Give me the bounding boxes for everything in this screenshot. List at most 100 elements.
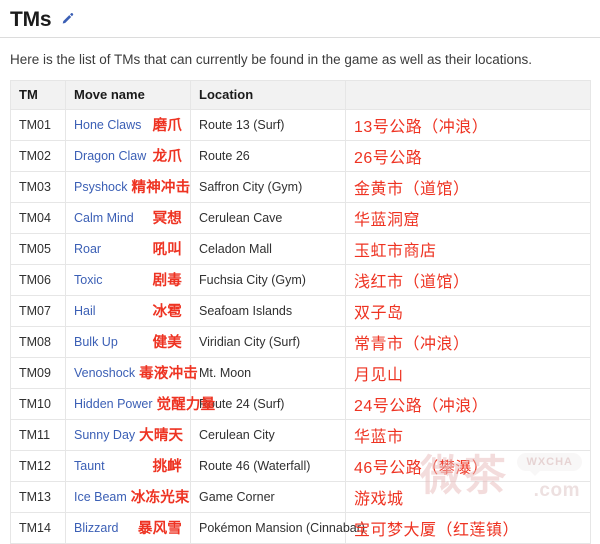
move-name-annotation: 冥想 — [152, 211, 182, 228]
move-name-inner: Taunt 挑衅 — [74, 455, 182, 476]
location-cell: Mt. Moon — [190, 356, 346, 389]
table-row: TM09 Venoshock 毒液冲击 Mt. Moon 月见山 — [10, 356, 591, 389]
tm-id-cell: TM14 — [10, 511, 66, 544]
table-header: TM Move name Location — [10, 79, 591, 110]
table-row: TM03 Psyshock 精神冲击 Saffron City (Gym) 金黄市（道馆… — [10, 170, 591, 203]
tm-id-cell: TM07 — [10, 294, 66, 327]
title-row: TMs — [10, 8, 590, 31]
move-name-link[interactable]: Hidden Power — [74, 397, 153, 411]
move-name-cell: Bulk Up 健美 — [65, 325, 191, 358]
column-header-annotation — [345, 79, 591, 110]
move-name-cell: Taunt 挑衅 — [65, 449, 191, 482]
pencil-edit-icon[interactable] — [60, 12, 75, 27]
move-name-cell: Hail 冰雹 — [65, 294, 191, 327]
tm-id-cell: TM01 — [10, 108, 66, 141]
move-name-annotation: 磨爪 — [152, 118, 182, 135]
move-name-cell: Hidden Power 觉醒力量 — [65, 387, 215, 420]
move-name-inner: Hidden Power 觉醒力量 — [74, 393, 215, 414]
location-annotation-cell: 26号公路 — [345, 139, 591, 172]
move-name-link[interactable]: Sunny Day — [74, 428, 135, 442]
tm-table-container: TM Move name Location TM01 Hone Claws 磨爪 Ro… — [0, 79, 600, 544]
move-name-link[interactable]: Toxic — [74, 273, 102, 287]
move-name-inner: Hail 冰雹 — [74, 300, 182, 321]
column-header-tm[interactable]: TM — [10, 79, 66, 110]
table-row: TM13 Ice Beam 冰冻光束 Game Corner 游戏城 — [10, 480, 591, 513]
location-annotation-cell: 月见山 — [345, 356, 591, 389]
move-name-link[interactable]: Taunt — [74, 459, 105, 473]
tm-id-cell: TM09 — [10, 356, 66, 389]
location-cell: Route 26 — [190, 139, 346, 172]
move-name-link[interactable]: Ice Beam — [74, 490, 127, 504]
tm-id-cell: TM10 — [10, 387, 66, 420]
move-name-cell: Ice Beam 冰冻光束 — [65, 480, 191, 513]
location-annotation-cell: 13号公路（冲浪） — [345, 108, 591, 141]
tm-id-cell: TM13 — [10, 480, 66, 513]
table-row: TM06 Toxic 剧毒 Fuchsia City (Gym) 浅红市（道馆） — [10, 263, 591, 296]
tm-id-cell: TM08 — [10, 325, 66, 358]
column-header-move-name[interactable]: Move name — [65, 79, 191, 110]
move-name-cell: Hone Claws 磨爪 — [65, 108, 191, 141]
move-name-link[interactable]: Hone Claws — [74, 118, 141, 132]
move-name-annotation: 吼叫 — [152, 242, 182, 259]
location-cell: Game Corner — [190, 480, 346, 513]
move-name-inner: Sunny Day 大晴天 — [74, 424, 184, 445]
location-annotation-cell: 46号公路（攀瀑） — [345, 449, 591, 482]
move-name-link[interactable]: Dragon Claw — [74, 149, 146, 163]
move-name-inner: Bulk Up 健美 — [74, 331, 182, 352]
move-name-annotation: 挑衅 — [152, 459, 182, 476]
location-cell: Saffron City (Gym) — [190, 170, 346, 203]
move-name-annotation: 毒液冲击 — [139, 366, 198, 383]
move-name-link[interactable]: Psyshock — [74, 180, 128, 194]
move-name-link[interactable]: Roar — [74, 242, 101, 256]
move-name-cell: Toxic 剧毒 — [65, 263, 191, 296]
move-name-annotation: 大晴天 — [139, 428, 184, 445]
move-name-annotation: 觉醒力量 — [156, 397, 216, 414]
move-name-annotation: 冰冻光束 — [130, 490, 190, 507]
tm-id-cell: TM06 — [10, 263, 66, 296]
move-name-inner: Ice Beam 冰冻光束 — [74, 486, 189, 507]
tm-id-cell: TM04 — [10, 201, 66, 234]
move-name-inner: Hone Claws 磨爪 — [74, 114, 182, 135]
location-annotation-cell: 24号公路（冲浪） — [345, 387, 591, 420]
move-name-cell: Dragon Claw 龙爪 — [65, 139, 191, 172]
location-annotation-cell: 玉虹市商店 — [345, 232, 591, 265]
move-name-annotation: 健美 — [152, 335, 182, 352]
location-annotation-cell: 游戏城 — [345, 480, 591, 513]
move-name-annotation: 剧毒 — [152, 273, 182, 290]
location-cell: Fuchsia City (Gym) — [190, 263, 346, 296]
move-name-inner: Dragon Claw 龙爪 — [74, 145, 182, 166]
table-row: TM01 Hone Claws 磨爪 Route 13 (Surf) 13号公路（冲浪） — [10, 108, 591, 141]
tm-id-cell: TM02 — [10, 139, 66, 172]
move-name-link[interactable]: Blizzard — [74, 521, 118, 535]
page-title: TMs — [10, 8, 52, 31]
table-row: TM04 Calm Mind 冥想 Cerulean Cave 华蓝洞窟 — [10, 201, 591, 234]
tm-table: TM Move name Location TM01 Hone Claws 磨爪 Ro… — [10, 79, 591, 544]
move-name-annotation: 精神冲击 — [131, 180, 191, 197]
table-row: TM05 Roar 吼叫 Celadon Mall 玉虹市商店 — [10, 232, 591, 265]
table-row: TM07 Hail 冰雹 Seafoam Islands 双子岛 — [10, 294, 591, 327]
move-name-annotation: 龙爪 — [152, 149, 182, 166]
move-name-cell: Calm Mind 冥想 — [65, 201, 191, 234]
location-cell: Celadon Mall — [190, 232, 346, 265]
move-name-link[interactable]: Bulk Up — [74, 335, 118, 349]
location-cell: Cerulean Cave — [190, 201, 346, 234]
table-row: TM11 Sunny Day 大晴天 Cerulean City 华蓝市 — [10, 418, 591, 451]
table-row: TM02 Dragon Claw 龙爪 Route 26 26号公路 — [10, 139, 591, 172]
tm-id-cell: TM12 — [10, 449, 66, 482]
move-name-link[interactable]: Calm Mind — [74, 211, 134, 225]
table-row: TM10 Hidden Power 觉醒力量 Route 24 (Surf) 24号公路… — [10, 387, 591, 420]
table-row: TM14 Blizzard 暴风雪 Pokémon Mansion (Cinnabar… — [10, 511, 591, 544]
move-name-inner: Psyshock 精神冲击 — [74, 176, 190, 197]
move-name-link[interactable]: Hail — [74, 304, 96, 318]
table-header-row: TM Move name Location — [10, 79, 591, 110]
move-name-cell: Roar 吼叫 — [65, 232, 191, 265]
location-cell: Route 13 (Surf) — [190, 108, 346, 141]
column-header-location[interactable]: Location — [190, 79, 346, 110]
location-annotation-cell: 双子岛 — [345, 294, 591, 327]
location-cell: Viridian City (Surf) — [190, 325, 346, 358]
move-name-cell: Blizzard 暴风雪 — [65, 511, 191, 544]
location-cell: Seafoam Islands — [190, 294, 346, 327]
move-name-link[interactable]: Venoshock — [74, 366, 135, 380]
location-annotation-cell: 金黄市（道馆） — [345, 170, 591, 203]
move-name-cell: Sunny Day 大晴天 — [65, 418, 191, 451]
